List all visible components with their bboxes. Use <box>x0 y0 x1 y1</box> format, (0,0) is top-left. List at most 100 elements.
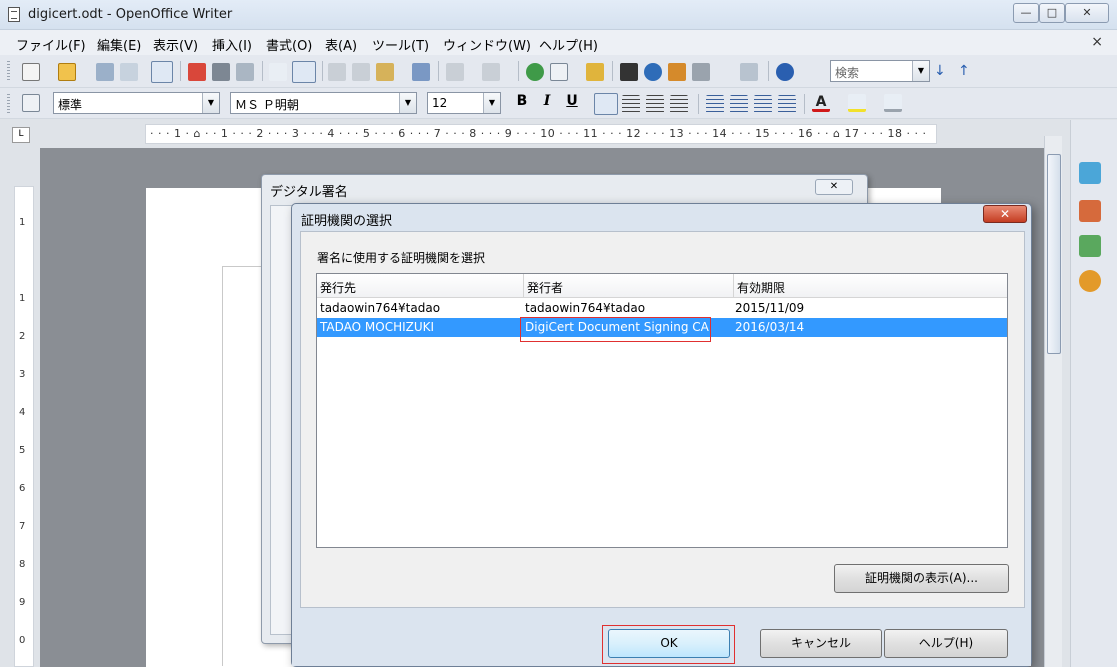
ruler-number: 0 <box>19 635 26 646</box>
ruler-number: 4 <box>19 407 26 418</box>
menu-view[interactable]: 表示(V) <box>153 35 198 54</box>
bullets-icon[interactable] <box>730 95 748 113</box>
horizontal-ruler[interactable]: · · · 1 · ⌂ · · 1 · · · 2 · · · 3 · · · … <box>145 124 937 144</box>
zoom-icon[interactable] <box>740 63 758 81</box>
menu-file[interactable]: ファイル(F) <box>16 35 86 54</box>
decrease-indent-icon[interactable] <box>754 95 772 113</box>
scrollbar-thumb[interactable] <box>1047 154 1061 354</box>
font-color-icon[interactable]: A <box>812 94 830 112</box>
gallery-icon[interactable] <box>668 63 686 81</box>
menu-edit[interactable]: 編集(E) <box>97 35 141 54</box>
gallery-sidebar-icon[interactable] <box>1079 200 1101 222</box>
menu-window[interactable]: ウィンドウ(W) <box>443 35 531 54</box>
background-color-icon[interactable] <box>884 94 902 112</box>
text-boundary <box>222 266 262 666</box>
table-icon[interactable] <box>550 63 568 81</box>
save-icon[interactable] <box>96 63 114 81</box>
print-icon[interactable] <box>212 63 230 81</box>
window-titlebar: digicert.odt - OpenOffice Writer — □ ✕ <box>0 0 1117 30</box>
menu-tools[interactable]: ツール(T) <box>372 35 429 54</box>
ruler-number: 6 <box>19 483 26 494</box>
underline-button[interactable]: U <box>563 93 581 109</box>
view-certificate-button[interactable]: 証明機関の表示(A)... <box>834 564 1009 593</box>
menu-format[interactable]: 書式(O) <box>266 35 312 54</box>
new-document-icon[interactable] <box>22 63 40 81</box>
redo-icon[interactable] <box>482 63 500 81</box>
select-certificate-dialog: 証明機関の選択 ✕ 署名に使用する証明機関を選択 発行先 発行者 有効期限 ta… <box>291 203 1032 667</box>
align-center-icon[interactable] <box>622 95 640 113</box>
undo-icon[interactable] <box>446 63 464 81</box>
list-item[interactable]: tadaowin764¥tadao tadaowin764¥tadao 2015… <box>317 299 1007 318</box>
highlighting-icon[interactable] <box>848 94 866 112</box>
numbering-icon[interactable] <box>706 95 724 113</box>
italic-button[interactable]: I <box>538 93 556 109</box>
column-header-expires[interactable]: 有効期限 <box>734 274 1007 298</box>
column-header-issuer[interactable]: 発行者 <box>524 274 734 298</box>
close-icon[interactable]: ✕ <box>815 179 853 195</box>
cell-expires: 2015/11/09 <box>735 301 805 315</box>
menu-insert[interactable]: 挿入(I) <box>212 35 252 54</box>
close-window-button[interactable]: ✕ <box>1065 3 1109 23</box>
properties-sidebar-icon[interactable] <box>1079 235 1101 257</box>
paste-icon[interactable] <box>376 63 394 81</box>
bold-button[interactable]: B <box>513 93 531 109</box>
chevron-down-icon[interactable]: ▼ <box>202 93 219 113</box>
copy-icon[interactable] <box>352 63 370 81</box>
chevron-down-icon[interactable]: ▼ <box>399 93 416 113</box>
chevron-down-icon[interactable]: ▼ <box>483 93 500 113</box>
minimize-button[interactable]: — <box>1013 3 1039 23</box>
auto-spellcheck-icon[interactable] <box>292 61 316 83</box>
font-name-select[interactable]: ＭＳ Ｐ明朝 ▼ <box>230 92 417 114</box>
justify-icon[interactable] <box>670 95 688 113</box>
edit-mode-icon[interactable] <box>151 61 173 83</box>
styles-formatting-icon[interactable] <box>22 94 40 112</box>
find-previous-icon[interactable]: ↑ <box>958 63 976 81</box>
increase-indent-icon[interactable] <box>778 95 796 113</box>
clone-format-icon[interactable] <box>412 63 430 81</box>
menu-help[interactable]: ヘルプ(H) <box>539 35 598 54</box>
chevron-down-icon[interactable]: ▼ <box>912 61 929 81</box>
cell-issued-to: tadaowin764¥tadao <box>320 301 441 315</box>
ok-button[interactable]: OK <box>608 629 730 658</box>
navigator-sidebar-icon[interactable] <box>1079 270 1101 292</box>
font-size-select[interactable]: 12 ▼ <box>427 92 501 114</box>
certificate-list[interactable]: 発行先 発行者 有効期限 tadaowin764¥tadao tadaowin7… <box>316 273 1008 548</box>
document-icon <box>8 7 20 22</box>
tab-stop-selector[interactable]: L <box>12 127 30 143</box>
vertical-scrollbar[interactable] <box>1044 136 1062 667</box>
ruler-number: 7 <box>19 521 26 532</box>
help-button[interactable]: ヘルプ(H) <box>884 629 1008 658</box>
cancel-button[interactable]: キャンセル <box>760 629 882 658</box>
data-sources-icon[interactable] <box>692 63 710 81</box>
align-left-icon[interactable] <box>594 93 618 115</box>
toolbar-grip[interactable] <box>7 61 10 81</box>
hyperlink-icon[interactable] <box>526 63 544 81</box>
paragraph-style-select[interactable]: 標準 ▼ <box>53 92 220 114</box>
close-dialog-button[interactable]: ✕ <box>983 205 1027 223</box>
help-icon[interactable] <box>776 63 794 81</box>
formatting-toolbar: 標準 ▼ ＭＳ Ｐ明朝 ▼ 12 ▼ B I U A <box>0 88 1117 119</box>
toolbar-grip[interactable] <box>7 94 10 114</box>
menu-table[interactable]: 表(A) <box>325 35 357 54</box>
column-header-issued-to[interactable]: 発行先 <box>317 274 524 298</box>
find-next-icon[interactable]: ↓ <box>934 63 952 81</box>
mail-icon[interactable] <box>120 63 138 81</box>
cut-icon[interactable] <box>328 63 346 81</box>
formatting-marks-icon[interactable] <box>716 63 734 81</box>
draw-functions-icon[interactable] <box>586 63 604 81</box>
spellcheck-icon[interactable] <box>269 63 287 81</box>
search-field[interactable]: 検索 ▼ <box>830 60 930 82</box>
close-document-icon[interactable]: × <box>1091 34 1103 50</box>
open-folder-icon[interactable] <box>58 63 76 81</box>
maximize-button[interactable]: □ <box>1039 3 1065 23</box>
vertical-ruler[interactable]: 1 1 2 3 4 5 6 7 8 9 0 <box>14 186 34 667</box>
styles-sidebar-icon[interactable] <box>1079 162 1101 184</box>
navigator-icon[interactable] <box>644 63 662 81</box>
dialog-body: 署名に使用する証明機関を選択 発行先 発行者 有効期限 tadaowin764¥… <box>300 231 1025 608</box>
export-pdf-icon[interactable] <box>188 63 206 81</box>
find-replace-icon[interactable] <box>620 63 638 81</box>
print-preview-icon[interactable] <box>236 63 254 81</box>
select-prompt: 署名に使用する証明機関を選択 <box>317 251 486 265</box>
ruler-number: 2 <box>19 331 26 342</box>
align-right-icon[interactable] <box>646 95 664 113</box>
